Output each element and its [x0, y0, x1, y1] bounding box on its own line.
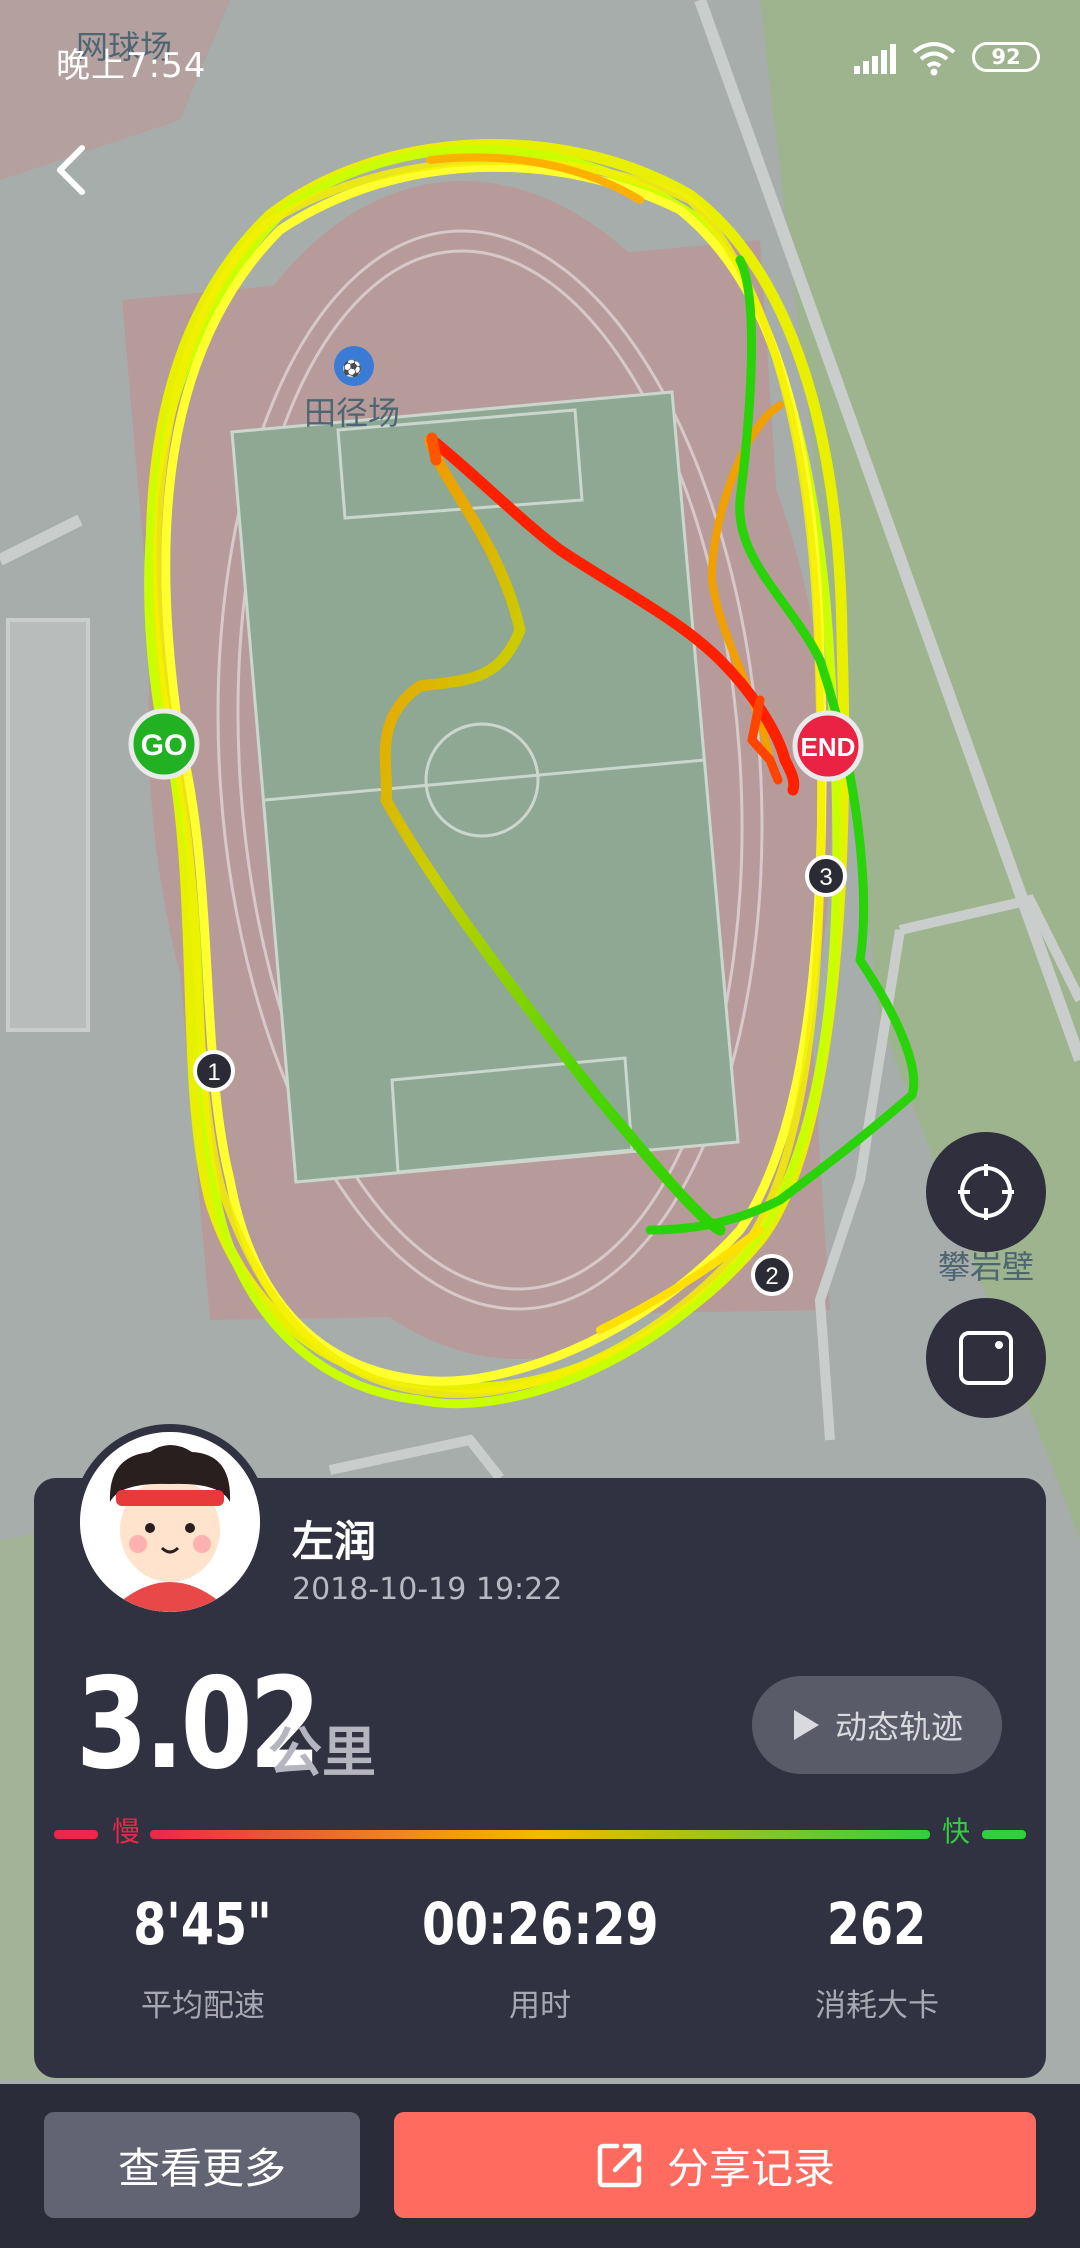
- battery-indicator: 92: [972, 42, 1040, 72]
- crosshair-icon: [958, 1164, 1014, 1220]
- svg-text:2: 2: [765, 1263, 778, 1290]
- view-more-button[interactable]: 查看更多: [44, 2112, 360, 2218]
- pace-fast-label: 快: [942, 1815, 971, 1848]
- stat-avg-pace: 8'45" 平均配速: [34, 1890, 372, 2025]
- stat-label: 用时: [509, 1988, 571, 2024]
- start-marker[interactable]: GO: [128, 708, 200, 780]
- share-icon: [597, 2143, 642, 2188]
- layer-square-icon: [959, 1331, 1013, 1385]
- signal-icon: [854, 44, 896, 74]
- stat-value: 00:26:29: [421, 1890, 659, 1958]
- svg-text:GO: GO: [141, 729, 188, 762]
- user-name: 左润: [292, 1517, 377, 1566]
- km-marker-3[interactable]: 3: [805, 855, 847, 897]
- pace-slow-label: 慢: [112, 1815, 141, 1848]
- run-datetime: 2018-10-19 19:22: [292, 1572, 563, 1607]
- share-record-button[interactable]: 分享记录: [394, 2112, 1036, 2218]
- avatar[interactable]: [72, 1424, 268, 1620]
- stat-calories: 262 消耗大卡: [708, 1890, 1046, 2025]
- share-label: 分享记录: [666, 2143, 835, 2193]
- cartoon-avatar-icon: [80, 1432, 260, 1612]
- distance-unit: 公里: [268, 1721, 376, 1784]
- run-record-screen: ⚽ GO END 1 2 3 网球场 田径场 攀岩壁 晚上7:54 92 左润 …: [0, 0, 1080, 2248]
- wifi-icon: [912, 42, 956, 76]
- km-marker-1[interactable]: 1: [193, 1050, 235, 1092]
- stat-label: 消耗大卡: [815, 1988, 939, 2024]
- km-marker-2[interactable]: 2: [751, 1254, 793, 1296]
- pace-legend-bar: [54, 1830, 1026, 1839]
- status-time: 晚上7:54: [56, 46, 207, 86]
- svg-text:1: 1: [207, 1059, 220, 1086]
- replay-track-button[interactable]: 动态轨迹: [752, 1676, 1002, 1774]
- stat-value: 8'45": [133, 1890, 273, 1958]
- stat-duration: 00:26:29 用时: [371, 1890, 709, 2025]
- svg-text:⚽: ⚽: [341, 359, 362, 378]
- map-layer-button[interactable]: [926, 1298, 1046, 1418]
- map-label-field: 田径场: [304, 394, 401, 432]
- svg-text:END: END: [801, 732, 856, 762]
- svg-text:3: 3: [819, 864, 832, 891]
- replay-label: 动态轨迹: [834, 1708, 963, 1746]
- back-icon[interactable]: [44, 140, 104, 200]
- status-bar: 晚上7:54 92: [0, 0, 1080, 120]
- play-icon: [793, 1710, 819, 1740]
- end-marker[interactable]: END: [792, 710, 864, 782]
- locate-button[interactable]: [926, 1132, 1046, 1252]
- stat-label: 平均配速: [141, 1988, 265, 2024]
- stat-value: 262: [827, 1890, 927, 1958]
